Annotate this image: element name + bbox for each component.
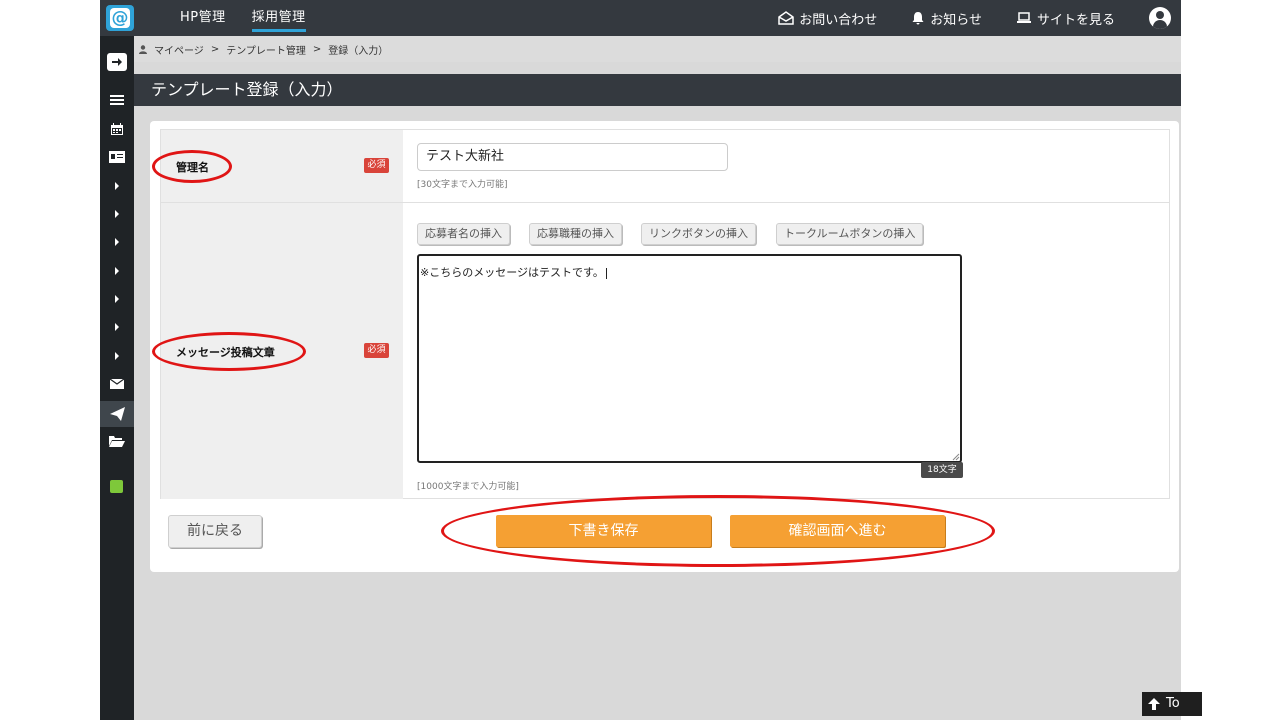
header-right-menu: お問い合わせ お知らせ サイトを見る <box>778 0 1181 36</box>
caret-right-icon[interactable] <box>100 316 134 338</box>
user-avatar-icon[interactable] <box>1149 7 1171 29</box>
required-badge: 必須 <box>364 343 389 358</box>
notice-label: お知らせ <box>930 12 982 28</box>
insert-talkroom-button-button[interactable]: トークルームボタンの挿入 <box>776 223 924 245</box>
app-window: @ HP管理 採用管理 お問い合わせ お知らせ サイトを見る マイページ > テ… <box>100 0 1181 720</box>
caret-right-icon[interactable] <box>100 203 134 225</box>
laptop-icon <box>1016 12 1031 23</box>
sidebar <box>100 36 134 720</box>
breadcrumb-item-template-management[interactable]: テンプレート管理 <box>226 42 306 57</box>
annotation-ring <box>441 495 995 567</box>
caret-right-icon[interactable] <box>100 231 134 253</box>
breadcrumb-item-current: 登録（入力） <box>328 45 389 57</box>
id-card-icon[interactable] <box>100 146 134 168</box>
user-icon <box>139 44 147 54</box>
back-to-top-label: To <box>1166 696 1180 711</box>
form-row-name: 管理名 必須 テスト大新社 [30文字まで入力可能] <box>161 130 1169 203</box>
page-title: テンプレート登録（入力） <box>134 74 1181 106</box>
paper-plane-icon[interactable] <box>100 401 134 427</box>
folder-open-icon[interactable] <box>100 430 134 452</box>
at-sign-logo-icon[interactable]: @ <box>106 5 134 31</box>
contact-label: お問い合わせ <box>799 12 878 28</box>
notice-link[interactable]: お知らせ <box>911 9 982 28</box>
main-tabs: HP管理 採用管理 <box>180 0 306 36</box>
bell-icon <box>912 12 924 25</box>
view-site-label: サイトを見る <box>1036 12 1115 28</box>
insert-link-button-button[interactable]: リンクボタンの挿入 <box>641 223 756 245</box>
arrow-up-icon <box>1148 698 1160 710</box>
back-to-top-button[interactable]: To <box>1142 692 1202 716</box>
resize-handle-icon[interactable] <box>952 453 960 461</box>
envelope-open-icon <box>778 11 794 25</box>
view-site-link[interactable]: サイトを見る <box>1016 9 1115 28</box>
insert-job-type-button[interactable]: 応募職種の挿入 <box>529 223 622 245</box>
top-navigation-bar: @ HP管理 採用管理 お問い合わせ お知らせ サイトを見る <box>100 0 1181 36</box>
breadcrumb: マイページ > テンプレート管理 > 登録（入力） <box>134 36 1181 62</box>
caret-right-icon[interactable] <box>100 175 134 197</box>
template-form: 管理名 必須 テスト大新社 [30文字まで入力可能] メッセージ投稿文章 必須 … <box>160 129 1170 499</box>
caret-right-icon[interactable] <box>100 288 134 310</box>
name-hint: [30文字まで入力可能] <box>417 180 508 190</box>
expand-sidebar-arrow-icon[interactable] <box>107 53 127 71</box>
message-hint: [1000文字まで入力可能] <box>417 482 519 492</box>
insert-applicant-name-button[interactable]: 応募者名の挿入 <box>417 223 510 245</box>
text-cursor <box>605 267 607 279</box>
annotation-ring <box>152 332 306 371</box>
menu-hamburger-icon[interactable] <box>100 89 134 111</box>
template-name-input[interactable]: テスト大新社 <box>417 143 728 171</box>
breadcrumb-separator: > <box>312 43 322 55</box>
breadcrumb-separator: > <box>210 43 220 55</box>
breadcrumb-item-mypage[interactable]: マイページ <box>154 42 204 57</box>
message-text: ※こちらのメッセージはテストです。 <box>420 266 604 279</box>
annotation-ring <box>152 150 232 183</box>
tab-hp-management[interactable]: HP管理 <box>180 0 226 36</box>
form-row-message: メッセージ投稿文章 必須 応募者名の挿入 応募職種の挿入 リンクボタンの挿入 ト… <box>161 203 1169 499</box>
message-textarea[interactable]: ※こちらのメッセージはテストです。 <box>417 254 962 463</box>
required-badge: 必須 <box>364 158 389 173</box>
caret-right-icon[interactable] <box>100 345 134 367</box>
tab-recruitment-management[interactable]: 採用管理 <box>251 0 306 36</box>
char-count-badge: 18文字 <box>921 462 963 478</box>
calendar-icon[interactable] <box>100 118 134 140</box>
back-button[interactable]: 前に戻る <box>168 515 262 548</box>
envelope-icon[interactable] <box>100 373 134 395</box>
caret-right-icon[interactable] <box>100 260 134 282</box>
green-status-indicator[interactable] <box>110 480 123 493</box>
contact-link[interactable]: お問い合わせ <box>778 9 877 28</box>
